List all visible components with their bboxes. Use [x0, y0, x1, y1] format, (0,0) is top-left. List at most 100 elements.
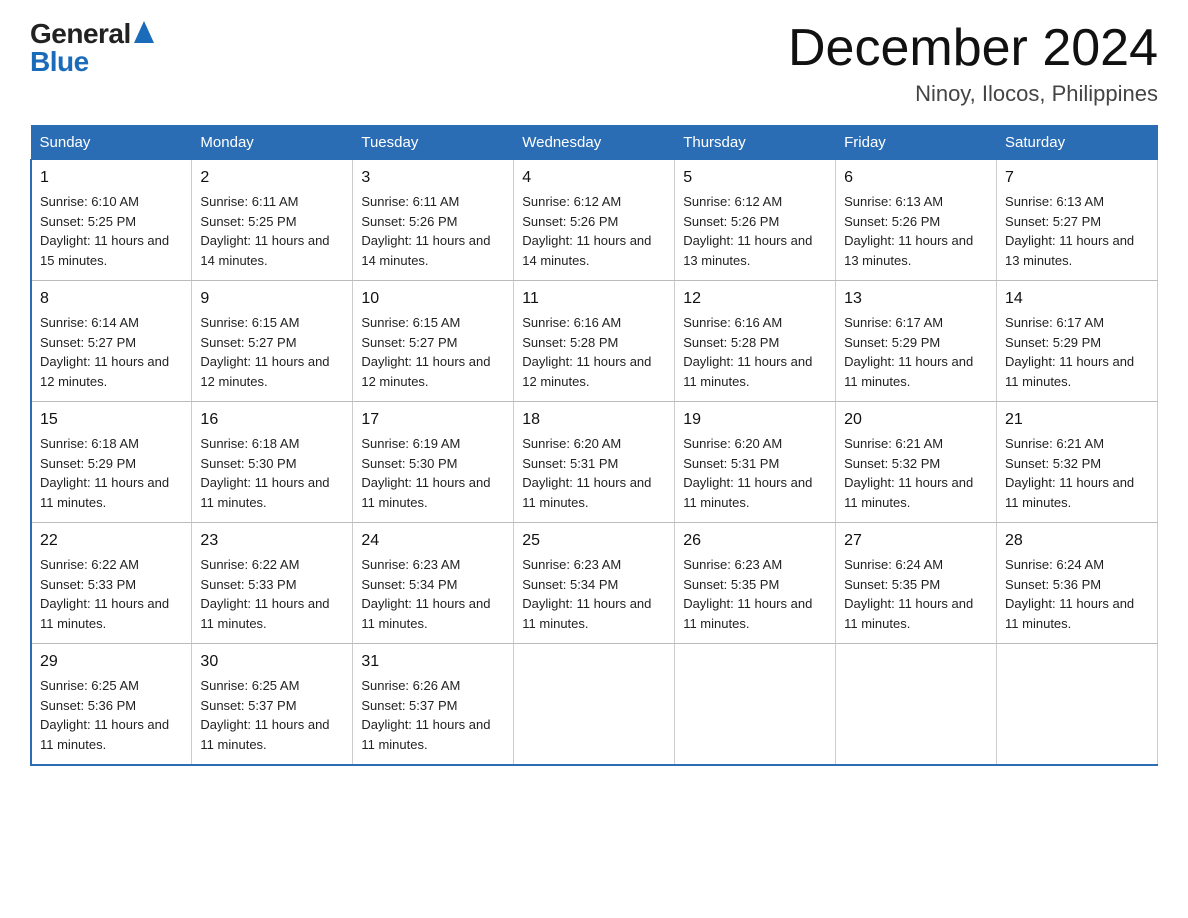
day-info: Sunrise: 6:17 AMSunset: 5:29 PMDaylight:…	[1005, 313, 1149, 391]
day-number: 28	[1005, 529, 1149, 553]
calendar-week-5: 29Sunrise: 6:25 AMSunset: 5:36 PMDayligh…	[31, 644, 1158, 766]
day-number: 5	[683, 166, 827, 190]
calendar-cell: 21Sunrise: 6:21 AMSunset: 5:32 PMDayligh…	[997, 402, 1158, 523]
day-info: Sunrise: 6:23 AMSunset: 5:34 PMDaylight:…	[522, 555, 666, 633]
calendar-cell	[675, 644, 836, 766]
day-info: Sunrise: 6:22 AMSunset: 5:33 PMDaylight:…	[40, 555, 183, 633]
day-number: 27	[844, 529, 988, 553]
day-info: Sunrise: 6:12 AMSunset: 5:26 PMDaylight:…	[683, 192, 827, 270]
day-number: 21	[1005, 408, 1149, 432]
calendar-cell: 9Sunrise: 6:15 AMSunset: 5:27 PMDaylight…	[192, 281, 353, 402]
calendar-cell	[997, 644, 1158, 766]
day-info: Sunrise: 6:20 AMSunset: 5:31 PMDaylight:…	[683, 434, 827, 512]
calendar-week-4: 22Sunrise: 6:22 AMSunset: 5:33 PMDayligh…	[31, 523, 1158, 644]
calendar-cell: 12Sunrise: 6:16 AMSunset: 5:28 PMDayligh…	[675, 281, 836, 402]
calendar-cell: 26Sunrise: 6:23 AMSunset: 5:35 PMDayligh…	[675, 523, 836, 644]
calendar-cell: 28Sunrise: 6:24 AMSunset: 5:36 PMDayligh…	[997, 523, 1158, 644]
calendar-cell: 27Sunrise: 6:24 AMSunset: 5:35 PMDayligh…	[836, 523, 997, 644]
day-info: Sunrise: 6:12 AMSunset: 5:26 PMDaylight:…	[522, 192, 666, 270]
month-year-title: December 2024	[788, 20, 1158, 77]
day-number: 14	[1005, 287, 1149, 311]
day-info: Sunrise: 6:19 AMSunset: 5:30 PMDaylight:…	[361, 434, 505, 512]
calendar-cell: 22Sunrise: 6:22 AMSunset: 5:33 PMDayligh…	[31, 523, 192, 644]
day-number: 2	[200, 166, 344, 190]
day-number: 24	[361, 529, 505, 553]
day-info: Sunrise: 6:13 AMSunset: 5:26 PMDaylight:…	[844, 192, 988, 270]
logo-general-text: General	[30, 20, 131, 48]
day-info: Sunrise: 6:10 AMSunset: 5:25 PMDaylight:…	[40, 192, 183, 270]
weekday-header-thursday: Thursday	[675, 126, 836, 160]
day-info: Sunrise: 6:20 AMSunset: 5:31 PMDaylight:…	[522, 434, 666, 512]
day-info: Sunrise: 6:24 AMSunset: 5:35 PMDaylight:…	[844, 555, 988, 633]
day-info: Sunrise: 6:11 AMSunset: 5:26 PMDaylight:…	[361, 192, 505, 270]
calendar-cell: 15Sunrise: 6:18 AMSunset: 5:29 PMDayligh…	[31, 402, 192, 523]
calendar-cell: 30Sunrise: 6:25 AMSunset: 5:37 PMDayligh…	[192, 644, 353, 766]
day-info: Sunrise: 6:15 AMSunset: 5:27 PMDaylight:…	[361, 313, 505, 391]
calendar-cell: 20Sunrise: 6:21 AMSunset: 5:32 PMDayligh…	[836, 402, 997, 523]
calendar-cell: 10Sunrise: 6:15 AMSunset: 5:27 PMDayligh…	[353, 281, 514, 402]
calendar-cell	[836, 644, 997, 766]
calendar-body: 1Sunrise: 6:10 AMSunset: 5:25 PMDaylight…	[31, 160, 1158, 766]
day-number: 6	[844, 166, 988, 190]
calendar-cell: 13Sunrise: 6:17 AMSunset: 5:29 PMDayligh…	[836, 281, 997, 402]
day-number: 16	[200, 408, 344, 432]
day-number: 1	[40, 166, 183, 190]
logo-blue-text: Blue	[30, 46, 89, 77]
logo: General Blue	[30, 20, 154, 76]
calendar-cell	[514, 644, 675, 766]
day-number: 20	[844, 408, 988, 432]
calendar-cell: 25Sunrise: 6:23 AMSunset: 5:34 PMDayligh…	[514, 523, 675, 644]
day-number: 8	[40, 287, 183, 311]
day-info: Sunrise: 6:24 AMSunset: 5:36 PMDaylight:…	[1005, 555, 1149, 633]
calendar-cell: 31Sunrise: 6:26 AMSunset: 5:37 PMDayligh…	[353, 644, 514, 766]
day-info: Sunrise: 6:11 AMSunset: 5:25 PMDaylight:…	[200, 192, 344, 270]
calendar-cell: 7Sunrise: 6:13 AMSunset: 5:27 PMDaylight…	[997, 160, 1158, 281]
calendar-cell: 8Sunrise: 6:14 AMSunset: 5:27 PMDaylight…	[31, 281, 192, 402]
day-number: 10	[361, 287, 505, 311]
weekday-header-saturday: Saturday	[997, 126, 1158, 160]
day-info: Sunrise: 6:25 AMSunset: 5:36 PMDaylight:…	[40, 676, 183, 754]
day-number: 15	[40, 408, 183, 432]
day-number: 19	[683, 408, 827, 432]
day-info: Sunrise: 6:16 AMSunset: 5:28 PMDaylight:…	[522, 313, 666, 391]
day-info: Sunrise: 6:23 AMSunset: 5:35 PMDaylight:…	[683, 555, 827, 633]
day-info: Sunrise: 6:18 AMSunset: 5:29 PMDaylight:…	[40, 434, 183, 512]
day-number: 12	[683, 287, 827, 311]
calendar-week-3: 15Sunrise: 6:18 AMSunset: 5:29 PMDayligh…	[31, 402, 1158, 523]
calendar-week-1: 1Sunrise: 6:10 AMSunset: 5:25 PMDaylight…	[31, 160, 1158, 281]
location-subtitle: Ninoy, Ilocos, Philippines	[788, 81, 1158, 107]
day-number: 22	[40, 529, 183, 553]
calendar-cell: 16Sunrise: 6:18 AMSunset: 5:30 PMDayligh…	[192, 402, 353, 523]
calendar-cell: 1Sunrise: 6:10 AMSunset: 5:25 PMDaylight…	[31, 160, 192, 281]
day-info: Sunrise: 6:13 AMSunset: 5:27 PMDaylight:…	[1005, 192, 1149, 270]
day-info: Sunrise: 6:14 AMSunset: 5:27 PMDaylight:…	[40, 313, 183, 391]
weekday-header-tuesday: Tuesday	[353, 126, 514, 160]
day-number: 25	[522, 529, 666, 553]
day-info: Sunrise: 6:22 AMSunset: 5:33 PMDaylight:…	[200, 555, 344, 633]
day-info: Sunrise: 6:26 AMSunset: 5:37 PMDaylight:…	[361, 676, 505, 754]
calendar-cell: 5Sunrise: 6:12 AMSunset: 5:26 PMDaylight…	[675, 160, 836, 281]
calendar-cell: 11Sunrise: 6:16 AMSunset: 5:28 PMDayligh…	[514, 281, 675, 402]
calendar-cell: 29Sunrise: 6:25 AMSunset: 5:36 PMDayligh…	[31, 644, 192, 766]
calendar-cell: 2Sunrise: 6:11 AMSunset: 5:25 PMDaylight…	[192, 160, 353, 281]
day-info: Sunrise: 6:25 AMSunset: 5:37 PMDaylight:…	[200, 676, 344, 754]
day-info: Sunrise: 6:16 AMSunset: 5:28 PMDaylight:…	[683, 313, 827, 391]
day-number: 29	[40, 650, 183, 674]
calendar-cell: 23Sunrise: 6:22 AMSunset: 5:33 PMDayligh…	[192, 523, 353, 644]
day-info: Sunrise: 6:17 AMSunset: 5:29 PMDaylight:…	[844, 313, 988, 391]
calendar-cell: 24Sunrise: 6:23 AMSunset: 5:34 PMDayligh…	[353, 523, 514, 644]
calendar-week-2: 8Sunrise: 6:14 AMSunset: 5:27 PMDaylight…	[31, 281, 1158, 402]
logo-triangle-icon	[134, 21, 154, 47]
calendar-cell: 3Sunrise: 6:11 AMSunset: 5:26 PMDaylight…	[353, 160, 514, 281]
calendar-cell: 4Sunrise: 6:12 AMSunset: 5:26 PMDaylight…	[514, 160, 675, 281]
title-block: December 2024 Ninoy, Ilocos, Philippines	[788, 20, 1158, 107]
weekday-header-wednesday: Wednesday	[514, 126, 675, 160]
weekday-header-sunday: Sunday	[31, 126, 192, 160]
day-number: 26	[683, 529, 827, 553]
day-info: Sunrise: 6:23 AMSunset: 5:34 PMDaylight:…	[361, 555, 505, 633]
day-number: 3	[361, 166, 505, 190]
day-number: 7	[1005, 166, 1149, 190]
day-number: 11	[522, 287, 666, 311]
day-info: Sunrise: 6:15 AMSunset: 5:27 PMDaylight:…	[200, 313, 344, 391]
calendar-cell: 6Sunrise: 6:13 AMSunset: 5:26 PMDaylight…	[836, 160, 997, 281]
